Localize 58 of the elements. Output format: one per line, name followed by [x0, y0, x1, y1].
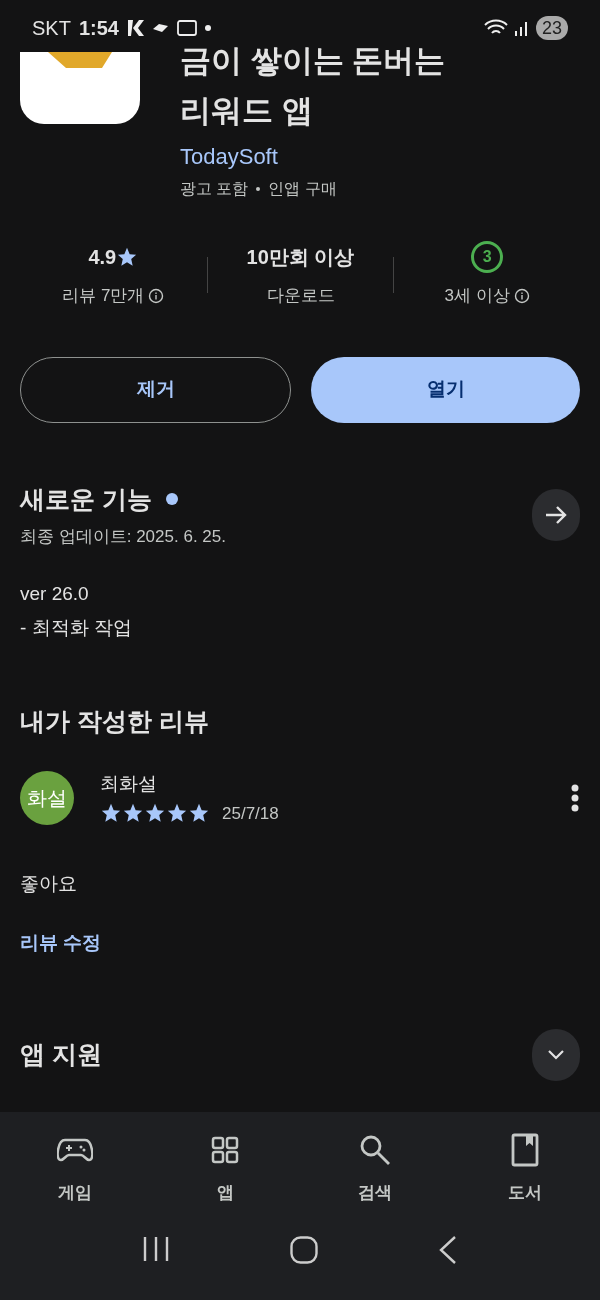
arrow-button[interactable]: [532, 489, 580, 541]
nav-tab[interactable]: 게임: [0, 1132, 150, 1206]
back-icon[interactable]: [438, 1235, 458, 1264]
apps-icon: [211, 1136, 239, 1164]
age-rating-badge: 3: [471, 241, 504, 273]
info-icon: [513, 287, 530, 304]
reviewer-name: 최화설: [100, 772, 158, 796]
carrier: SKT: [32, 16, 71, 41]
book-icon: [511, 1133, 539, 1167]
battery-badge: 23: [535, 16, 568, 40]
section-title: 내가 작성한 리뷰: [19, 705, 210, 737]
search-icon: [359, 1134, 391, 1166]
developer-link[interactable]: TodaySoft: [180, 140, 446, 173]
app-tag: 인앱 구매: [268, 177, 337, 201]
app-title: 리워드 앱: [180, 92, 314, 130]
nav-label: 게임: [58, 1182, 92, 1204]
nav-tab[interactable]: 앱: [150, 1132, 300, 1206]
more-icon[interactable]: [570, 784, 580, 812]
recents-icon[interactable]: [142, 1235, 170, 1262]
new-dot-icon: [165, 493, 178, 506]
star-icon: [100, 802, 122, 825]
star-icon: [188, 802, 210, 825]
k-app-icon: [126, 19, 145, 37]
release-note: ver 26.0: [20, 581, 90, 606]
gamepad-icon: [57, 1137, 93, 1163]
dot-icon: [204, 25, 211, 31]
stat-label: 다운로드: [266, 285, 335, 307]
app-title: 금이 쌓이는 돈버는: [180, 42, 446, 80]
screenshot-icon: [176, 20, 197, 36]
chevron-icon: [548, 1050, 564, 1060]
signal-icon: [513, 20, 530, 36]
home-icon[interactable]: [290, 1235, 318, 1264]
avatar: 화설: [20, 771, 74, 825]
star-icon: [122, 802, 144, 825]
star-icon: [144, 802, 166, 825]
stat-value: 4.9: [88, 245, 117, 270]
nav-label: 도서: [508, 1182, 542, 1204]
review-date: 25/7/18: [222, 802, 279, 825]
stat-label: 리뷰 7만개: [62, 285, 145, 307]
arrow-right-icon: [545, 505, 567, 525]
star-icon: [166, 802, 188, 825]
section-title: 새로운 기능: [20, 483, 152, 515]
separator-dot: [256, 187, 261, 191]
nav-tab[interactable]: 도서: [450, 1132, 600, 1206]
app-tag: 광고 포함: [180, 177, 249, 201]
stat-value: 10만회 이상: [246, 245, 355, 270]
clock: 1:54: [78, 16, 119, 41]
nav-tab[interactable]: 검색: [300, 1132, 450, 1206]
edit-review-link[interactable]: 리뷰 수정: [0, 928, 600, 957]
nav-label: 앱: [216, 1182, 234, 1204]
nav-label: 검색: [358, 1182, 392, 1204]
release-note: - 최적화 작업: [20, 616, 133, 640]
open-button[interactable]: 열기: [311, 356, 580, 423]
update-date: 최종 업데이트: 2025. 6. 25.: [20, 526, 226, 548]
stat-label: 3세 이상: [444, 285, 510, 307]
review-text: 좋아요: [19, 872, 78, 896]
info-icon: [148, 287, 165, 304]
section-title: 앱 지원: [20, 1039, 102, 1071]
